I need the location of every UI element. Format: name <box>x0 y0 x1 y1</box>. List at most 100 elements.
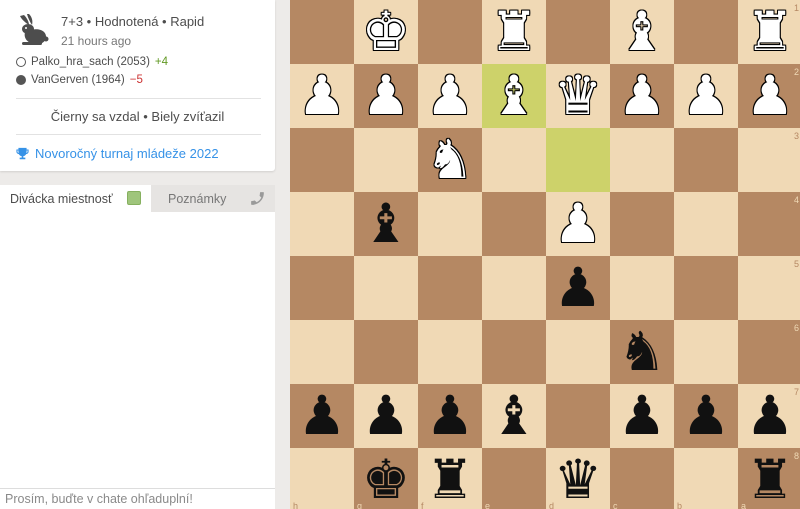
chat-toggle-checkbox[interactable] <box>127 191 141 205</box>
square-d6[interactable] <box>546 320 610 384</box>
square-d7[interactable] <box>546 384 610 448</box>
white-bishop-piece[interactable]: ♝ <box>482 64 546 128</box>
game-time-ago: 21 hours ago <box>61 34 132 48</box>
square-g6[interactable] <box>354 320 418 384</box>
black-pawn-piece[interactable]: ♟ <box>674 384 738 448</box>
white-pawn-piece[interactable]: ♟ <box>546 192 610 256</box>
square-a5[interactable]: 5 <box>738 256 800 320</box>
white-pawn-piece[interactable]: ♟ <box>610 64 674 128</box>
chat-tabs: Divácka miestnosť Poznámky <box>0 185 275 212</box>
tab-spectator-room[interactable]: Divácka miestnosť <box>0 185 151 212</box>
white-color-icon <box>16 57 26 67</box>
square-f6[interactable] <box>418 320 482 384</box>
chat-input[interactable] <box>0 489 275 509</box>
square-c8[interactable]: c <box>610 448 674 509</box>
square-b3[interactable] <box>674 128 738 192</box>
square-h5[interactable] <box>290 256 354 320</box>
square-c3[interactable] <box>610 128 674 192</box>
white-player-name[interactable]: Palko_hra_sach (2053) <box>31 56 150 68</box>
black-pawn-piece[interactable]: ♟ <box>354 384 418 448</box>
white-knight-piece[interactable]: ♞ <box>418 128 482 192</box>
tournament-name[interactable]: Novoročný turnaj mládeže 2022 <box>35 146 219 161</box>
square-b5[interactable] <box>674 256 738 320</box>
square-c4[interactable] <box>610 192 674 256</box>
black-knight-piece[interactable]: ♞ <box>610 320 674 384</box>
black-player-name[interactable]: VanGerven (1964) <box>31 74 125 86</box>
white-bishop-piece[interactable]: ♝ <box>610 0 674 64</box>
square-f5[interactable] <box>418 256 482 320</box>
square-h4[interactable] <box>290 192 354 256</box>
white-pawn-piece[interactable]: ♟ <box>290 64 354 128</box>
black-rook-piece[interactable]: ♜ <box>738 448 800 509</box>
white-queen-piece[interactable]: ♛ <box>546 64 610 128</box>
square-a4[interactable]: 4 <box>738 192 800 256</box>
tournament-link[interactable]: Novoročný turnaj mládeže 2022 <box>16 146 219 161</box>
white-pawn-piece[interactable]: ♟ <box>738 64 800 128</box>
square-a3[interactable]: 3 <box>738 128 800 192</box>
black-bishop-piece[interactable]: ♝ <box>354 192 418 256</box>
square-h1[interactable] <box>290 0 354 64</box>
black-pawn-piece[interactable]: ♟ <box>546 256 610 320</box>
file-label: e <box>485 501 491 509</box>
square-d3[interactable] <box>546 128 610 192</box>
square-b6[interactable] <box>674 320 738 384</box>
square-c5[interactable] <box>610 256 674 320</box>
file-label: h <box>293 501 299 509</box>
divider <box>16 134 261 135</box>
tab-notes[interactable]: Poznámky <box>168 192 226 206</box>
black-pawn-piece[interactable]: ♟ <box>610 384 674 448</box>
rank-label: 3 <box>793 131 799 141</box>
square-h8[interactable]: h <box>290 448 354 509</box>
phone-icon[interactable] <box>249 190 266 207</box>
game-info-card: 7+3 • Hodnotená • Rapid 21 hours ago Pal… <box>0 0 275 171</box>
square-f4[interactable] <box>418 192 482 256</box>
square-e5[interactable] <box>482 256 546 320</box>
white-pawn-piece[interactable]: ♟ <box>418 64 482 128</box>
square-g5[interactable] <box>354 256 418 320</box>
square-f1[interactable] <box>418 0 482 64</box>
black-rook-piece[interactable]: ♜ <box>418 448 482 509</box>
rank-label: 6 <box>793 323 799 333</box>
square-b4[interactable] <box>674 192 738 256</box>
trophy-icon <box>16 147 29 160</box>
tab-spectator-room-label: Divácka miestnosť <box>10 192 113 206</box>
square-d1[interactable] <box>546 0 610 64</box>
black-rating-diff: −5 <box>129 74 143 86</box>
file-label: b <box>677 501 683 509</box>
white-rook-piece[interactable]: ♜ <box>482 0 546 64</box>
white-rating-diff: +4 <box>154 56 169 68</box>
white-rook-piece[interactable]: ♜ <box>738 0 800 64</box>
square-e3[interactable] <box>482 128 546 192</box>
game-title: 7+3 • Hodnotená • Rapid <box>61 14 205 29</box>
white-pawn-piece[interactable]: ♟ <box>354 64 418 128</box>
square-b1[interactable] <box>674 0 738 64</box>
chess-board[interactable]: 1 2 3 4 5 6 7 h g f e d c b 8 a ♚ ♜ ♝ ♜ ♟ ♟ ♟ ♝ ♛ ♟ ♟ ♟ ♞ ♝ ♟ ♟ ♞ ♟ ♟ ♟ ♝ ♟ ♟ ♟… <box>290 0 800 509</box>
white-player[interactable]: Palko_hra_sach (2053) +4 <box>16 56 168 68</box>
black-color-icon <box>16 75 26 85</box>
black-bishop-piece[interactable]: ♝ <box>482 384 546 448</box>
divider <box>16 98 261 99</box>
white-king-piece[interactable]: ♚ <box>354 0 418 64</box>
square-e8[interactable]: e <box>482 448 546 509</box>
black-king-piece[interactable]: ♚ <box>354 448 418 509</box>
black-pawn-piece[interactable]: ♟ <box>418 384 482 448</box>
black-pawn-piece[interactable]: ♟ <box>290 384 354 448</box>
black-player[interactable]: VanGerven (1964) −5 <box>16 74 143 86</box>
square-g3[interactable] <box>354 128 418 192</box>
rank-label: 4 <box>793 195 799 205</box>
file-label: c <box>613 501 618 509</box>
white-pawn-piece[interactable]: ♟ <box>674 64 738 128</box>
chat-panel: Divácka miestnosť Poznámky <box>0 185 275 509</box>
square-e6[interactable] <box>482 320 546 384</box>
square-h6[interactable] <box>290 320 354 384</box>
square-h3[interactable] <box>290 128 354 192</box>
black-queen-piece[interactable]: ♛ <box>546 448 610 509</box>
chat-input-wrapper <box>0 488 275 509</box>
rabbit-icon <box>20 14 49 45</box>
black-pawn-piece[interactable]: ♟ <box>738 384 800 448</box>
square-b8[interactable]: b <box>674 448 738 509</box>
rank-label: 5 <box>793 259 799 269</box>
square-e4[interactable] <box>482 192 546 256</box>
game-result: Čierny sa vzdal • Biely zvíťazil <box>50 109 225 124</box>
square-a6[interactable]: 6 <box>738 320 800 384</box>
